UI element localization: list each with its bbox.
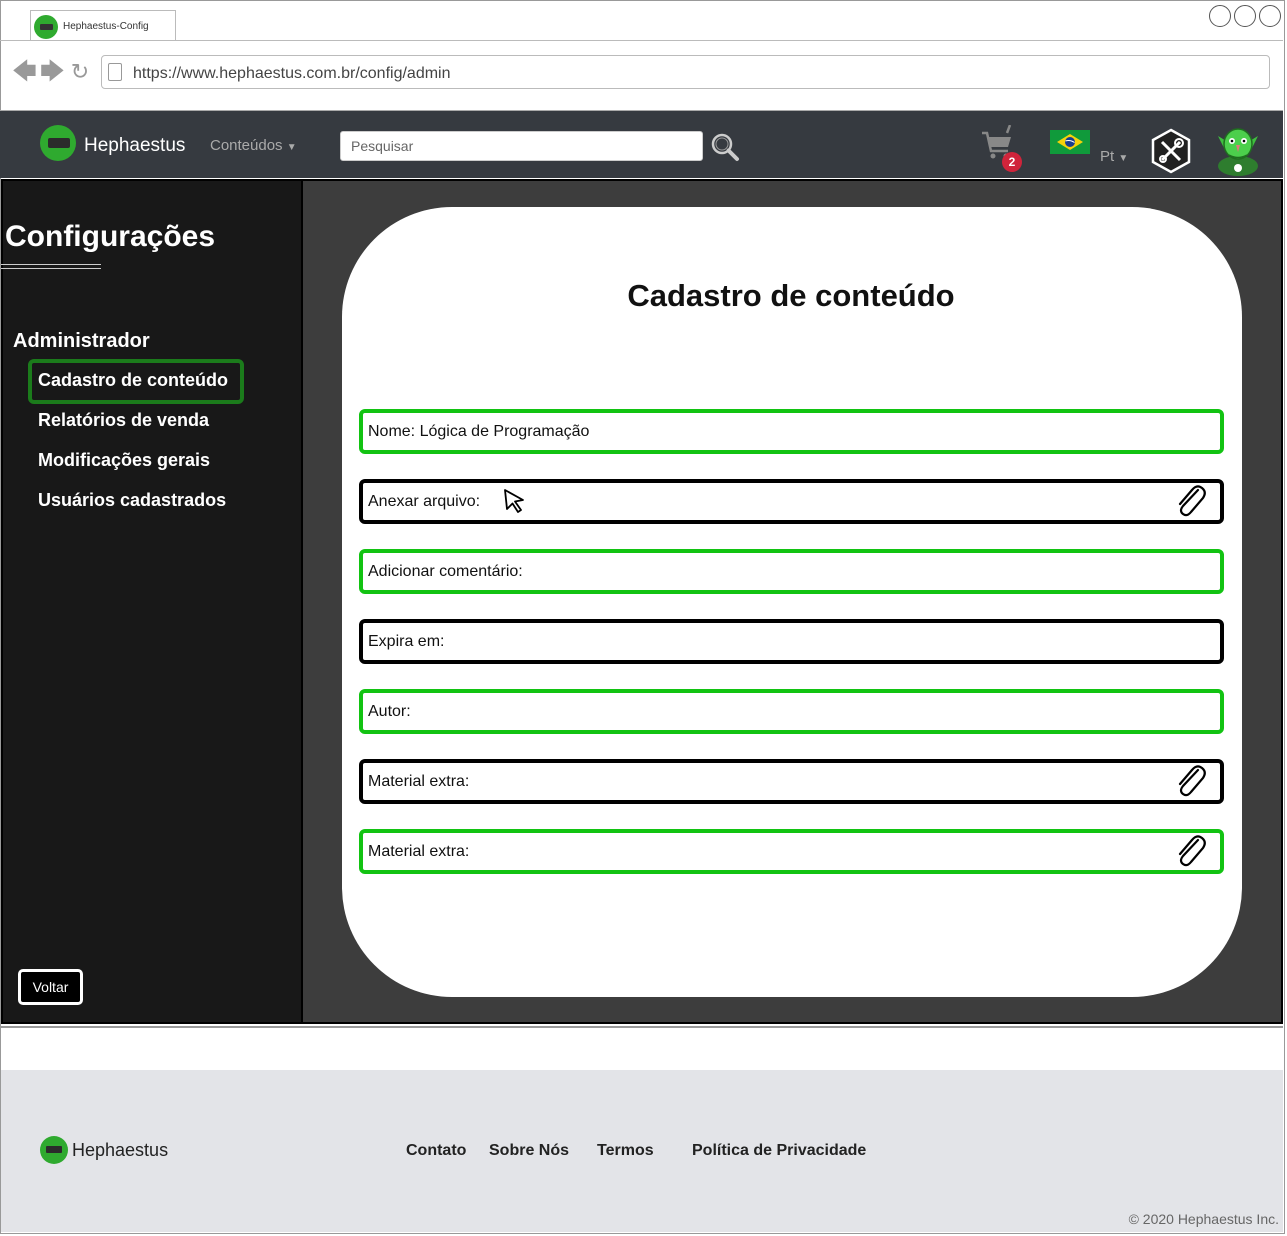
anvil-logo-icon	[34, 15, 58, 39]
sidebar-title: Configurações	[5, 220, 216, 253]
mouse-cursor-icon	[504, 489, 524, 513]
field-label: Adicionar comentário:	[368, 563, 523, 580]
field-label: Anexar arquivo:	[368, 493, 481, 510]
field-label: Expira em:	[368, 633, 445, 650]
address-bar[interactable]: https://www.hephaestus.com.br/config/adm…	[101, 55, 1270, 89]
brand-name[interactable]: Hephaestus	[84, 135, 185, 157]
field-anexar-arquivo[interactable]: Anexar arquivo:	[359, 479, 1224, 524]
back-button[interactable]: Voltar	[18, 969, 83, 1005]
brazil-flag-icon[interactable]	[1050, 130, 1090, 154]
field-label: Material extra:	[368, 773, 470, 790]
field-autor[interactable]: Autor:	[359, 689, 1224, 734]
footer-link-contato[interactable]: Contato	[406, 1142, 466, 1160]
title-underline	[1, 268, 101, 269]
reload-icon[interactable]: ↻	[68, 61, 92, 83]
sidebar-item-relatorios[interactable]: Relatórios de venda	[38, 410, 209, 431]
copyright-text: © 2020 Hephaestus Inc.	[1128, 1211, 1279, 1227]
field-nome[interactable]: Nome: Lógica de Programação	[359, 409, 1224, 454]
window-controls	[1209, 5, 1281, 27]
content-divider	[0, 1026, 1283, 1028]
title-underline	[1, 264, 101, 265]
tab-divider	[0, 40, 1283, 41]
url-text: https://www.hephaestus.com.br/config/adm…	[133, 65, 451, 82]
field-comentario[interactable]: Adicionar comentário:	[359, 549, 1224, 594]
caret-down-icon: ▼	[1118, 153, 1129, 164]
paperclip-icon[interactable]	[1174, 764, 1208, 800]
top-navbar: Hephaestus Conteúdos ▼	[0, 111, 1283, 178]
footer-link-sobre[interactable]: Sobre Nós	[489, 1142, 569, 1160]
goblin-avatar-icon[interactable]	[1214, 122, 1262, 176]
field-material-extra[interactable]: Material extra:	[359, 759, 1224, 804]
contents-dropdown[interactable]: Conteúdos ▼	[210, 137, 297, 154]
field-label: Nome: Lógica de Programação	[368, 423, 590, 440]
paperclip-icon[interactable]	[1174, 834, 1208, 870]
footer-link-privacidade[interactable]: Política de Privacidade	[692, 1142, 866, 1160]
footer-link-termos[interactable]: Termos	[597, 1142, 654, 1160]
forward-arrow-icon[interactable]: 🡆	[40, 60, 65, 84]
anvil-logo-icon	[40, 1136, 68, 1164]
maximize-icon[interactable]	[1234, 5, 1256, 27]
tab-title: Hephaestus-Config	[63, 21, 149, 32]
caret-down-icon: ▼	[286, 142, 297, 153]
sidebar-item-usuarios[interactable]: Usuários cadastrados	[38, 490, 226, 511]
tools-settings-icon[interactable]	[1150, 128, 1192, 174]
browser-tab[interactable]: Hephaestus-Config	[30, 10, 176, 40]
language-label: Pt	[1100, 148, 1115, 165]
page-icon	[108, 63, 122, 81]
search-input[interactable]	[340, 131, 703, 161]
form-card	[342, 207, 1242, 997]
sidebar-item-cadastro[interactable]: Cadastro de conteúdo	[38, 370, 228, 391]
field-expira-em[interactable]: Expira em:	[359, 619, 1224, 664]
field-label: Autor:	[368, 703, 411, 720]
sidebar-section-admin: Administrador	[13, 330, 150, 352]
sidebar-item-modificacoes[interactable]: Modificações gerais	[38, 450, 210, 471]
close-icon[interactable]	[1259, 5, 1281, 27]
browser-nav: 🡄 🡆 ↻	[12, 60, 92, 84]
minimize-icon[interactable]	[1209, 5, 1231, 27]
paperclip-icon[interactable]	[1174, 484, 1208, 520]
cart-badge: 2	[1002, 152, 1022, 172]
anvil-logo-icon[interactable]	[40, 125, 76, 161]
footer-brand: Hephaestus	[72, 1140, 169, 1160]
form-title: Cadastro de conteúdo	[627, 278, 955, 313]
field-label: Material extra:	[368, 843, 470, 860]
field-material-extra-2[interactable]: Material extra:	[359, 829, 1224, 874]
contents-dropdown-label: Conteúdos	[210, 137, 283, 154]
search-icon[interactable]	[710, 132, 740, 162]
back-arrow-icon[interactable]: 🡄	[12, 60, 37, 84]
settings-sidebar	[1, 179, 303, 1024]
language-selector[interactable]: Pt ▼	[1100, 148, 1128, 165]
